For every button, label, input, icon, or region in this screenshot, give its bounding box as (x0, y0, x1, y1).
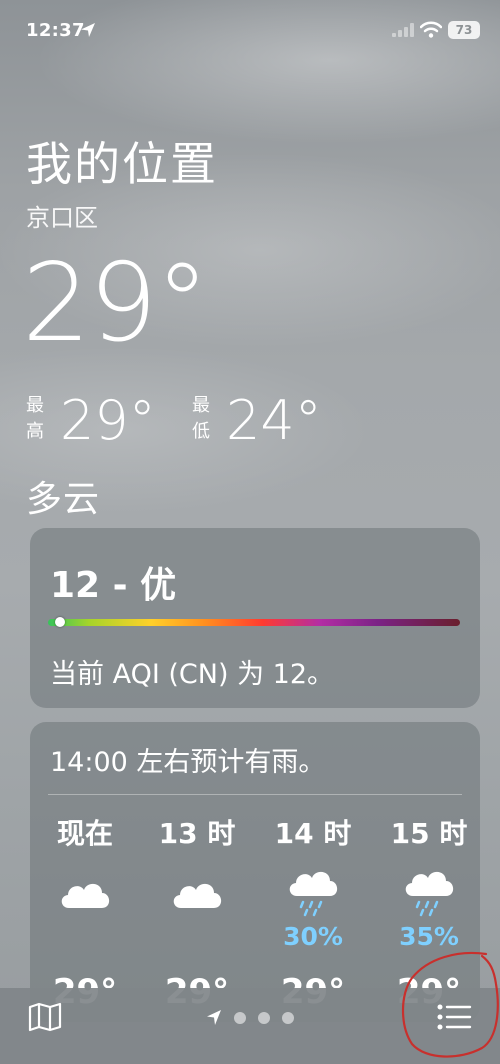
hour-label: 14 时 (274, 817, 352, 850)
precip-chance: 35% (399, 922, 459, 951)
page-dot (282, 1012, 294, 1024)
precip-chance: 30% (283, 922, 343, 951)
page-dot (234, 1012, 246, 1024)
location-arrow-icon (81, 23, 95, 37)
battery-icon: 73 (448, 21, 480, 39)
hourly-summary: 14:00 左右预计有雨。 (50, 747, 326, 778)
aqi-value: 12 - 优 (50, 565, 177, 606)
status-bar: 12:37 73 (0, 0, 500, 60)
hour-label: 现在 (56, 817, 113, 850)
battery-level: 73 (455, 23, 473, 37)
divider (48, 794, 462, 795)
aqi-description: 当前 AQI (CN) 为 12。 (50, 659, 335, 690)
low-label-1: 最 (192, 395, 210, 416)
list-icon[interactable] (436, 1002, 472, 1032)
district-name: 京口区 (26, 204, 98, 232)
cloud-icon (61, 883, 110, 908)
aqi-indicator (55, 617, 65, 627)
high-label-1: 最 (26, 395, 44, 416)
location-arrow-icon (207, 1010, 221, 1025)
current-temperature: 29° (22, 241, 209, 366)
cloud-icon (173, 883, 222, 908)
map-icon[interactable] (28, 1002, 62, 1032)
low-temperature: 24° (226, 389, 322, 452)
aqi-card[interactable]: 12 - 优 当前 AQI (CN) 为 12。 (30, 528, 480, 708)
hourly-forecast-card[interactable]: 14:00 左右预计有雨。 现在 29° 13 时 29° 14 时 30% 2… (30, 722, 480, 1022)
cloud-rain-icon (405, 871, 454, 917)
signal-icon (392, 23, 414, 37)
high-label-2: 高 (26, 421, 44, 442)
status-time: 12:37 (26, 20, 85, 41)
page-dot (258, 1012, 270, 1024)
page-indicator[interactable] (204, 1006, 304, 1030)
location-title: 我的位置 (26, 137, 218, 191)
bottom-toolbar (0, 988, 500, 1064)
cloud-rain-icon (289, 871, 338, 917)
wifi-icon (420, 21, 442, 38)
high-temperature: 29° (60, 389, 156, 452)
low-label-2: 低 (192, 421, 210, 442)
aqi-scale-bar (48, 619, 460, 626)
weather-condition: 多云 (26, 479, 101, 520)
hour-label: 13 时 (158, 817, 236, 850)
hour-label: 15 时 (390, 817, 468, 850)
